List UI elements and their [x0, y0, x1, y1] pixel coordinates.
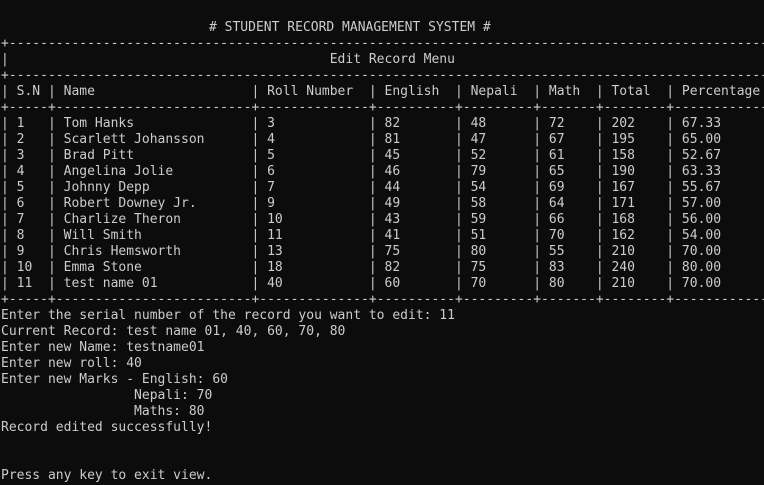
- table-border-menu: +---------------------------------------…: [1, 68, 764, 83]
- table-header-row: | S.N | Name | Roll Number | English | N…: [1, 84, 764, 99]
- console-line: Current Record: test name 01, 40, 60, 70…: [1, 324, 346, 339]
- menu-title-row: | Edit Record Menu |: [1, 52, 764, 67]
- console-line: Maths: 80: [1, 404, 205, 419]
- app-title: # STUDENT RECORD MANAGEMENT SYSTEM #: [209, 20, 491, 35]
- table-row: | 10 | Emma Stone | 18 | 82 | 75 | 83 | …: [1, 260, 764, 275]
- table-row: | 9 | Chris Hemsworth | 13 | 75 | 80 | 5…: [1, 244, 764, 259]
- console-line: Nepali: 70: [1, 388, 213, 403]
- table-row: | 2 | Scarlett Johansson | 4 | 81 | 47 |…: [1, 132, 764, 147]
- table-row: | 8 | Will Smith | 11 | 41 | 51 | 70 | 1…: [1, 228, 764, 243]
- table-row: | 1 | Tom Hanks | 3 | 82 | 48 | 72 | 202…: [1, 116, 764, 131]
- table-row: | 3 | Brad Pitt | 5 | 45 | 52 | 61 | 158…: [1, 148, 764, 163]
- table-row: | 5 | Johnny Depp | 7 | 44 | 54 | 69 | 1…: [1, 180, 764, 195]
- console-line: Record edited successfully!: [1, 420, 213, 435]
- table-border-header: +-----+-------------------------+-------…: [1, 100, 764, 115]
- table-border-bottom: +-----+-------------------------+-------…: [1, 292, 764, 307]
- table-row: | 7 | Charlize Theron | 10 | 43 | 59 | 6…: [1, 212, 764, 227]
- console-window: # STUDENT RECORD MANAGEMENT SYSTEM # +--…: [0, 0, 764, 485]
- table-row: | 6 | Robert Downey Jr. | 9 | 49 | 58 | …: [1, 196, 764, 211]
- console-line: Enter the serial number of the record yo…: [1, 308, 455, 323]
- exit-prompt: Press any key to exit view.: [1, 468, 213, 483]
- table-row: | 11 | test name 01 | 40 | 60 | 70 | 80 …: [1, 276, 764, 291]
- console-line: Enter new Name: testname01: [1, 340, 205, 355]
- console-line: Enter new roll: 40: [1, 356, 142, 371]
- table-border-top: +---------------------------------------…: [1, 36, 764, 51]
- console-line: Enter new Marks - English: 60: [1, 372, 228, 387]
- table-row: | 4 | Angelina Jolie | 6 | 46 | 79 | 65 …: [1, 164, 764, 179]
